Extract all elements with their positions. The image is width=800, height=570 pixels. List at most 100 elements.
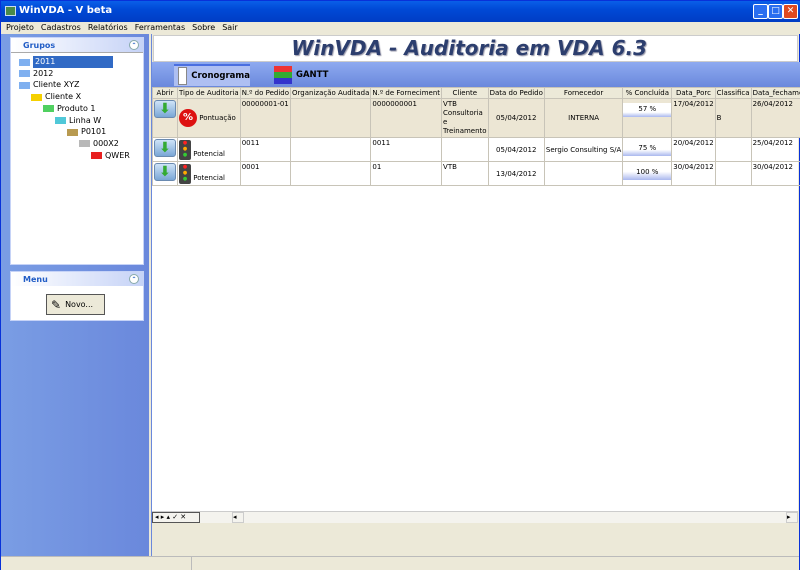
main-area: WinVDA - Auditoria em VDA 6.3 Cronograma… [151, 34, 800, 556]
open-audit-button[interactable]: ⬇ [154, 139, 176, 157]
audit-type: Potencial [193, 173, 226, 182]
folder-icon [19, 70, 30, 78]
column-header[interactable]: Organização Auditada [290, 87, 372, 99]
minimize-button[interactable]: _ [753, 4, 768, 19]
tree-node[interactable]: Cliente X [31, 91, 81, 103]
tree-node-label: 2012 [33, 68, 54, 78]
table-row[interactable]: ⬇ ● ● ● Potencial 0001 01 VTB 13/04/2012 1… [152, 161, 800, 186]
menu-bar: Projeto Cadastros Relatórios Ferramentas Sob… [1, 22, 800, 34]
tree-node-label: Produto 1 [57, 103, 96, 113]
table-row[interactable]: ⬇ ● ● ● Potencial 0011 0011 05/04/2012 Ser… [152, 137, 800, 162]
cell-fornecimento: 0011 [370, 137, 443, 162]
audits-table: Abrir Tipo de Auditoria N.º do Pedido Organ… [152, 87, 800, 511]
tab-cronograma[interactable]: Cronograma [174, 64, 250, 86]
grid-navigator: ◂ ▸ ▴ ✓ ✕ ◂ ▸ [152, 511, 798, 523]
cell-pedido: 0011 [239, 137, 292, 162]
tree-node-label: 2011 [33, 56, 113, 68]
cell-pedido: 00000001-01 [239, 98, 292, 138]
maximize-button[interactable]: □ [768, 4, 783, 19]
cell-fornecedor [543, 161, 624, 186]
tree-node-label: Cliente X [45, 92, 82, 102]
cell-org [290, 137, 372, 162]
tree-node[interactable]: 000X2 [79, 138, 119, 150]
cell-fornecimento: 0000000001 [370, 98, 443, 138]
menu-cadastros[interactable]: Cadastros [41, 22, 81, 34]
menu-sobre[interactable]: Sobre [192, 22, 215, 34]
cell-data-fechamento: 25/04/2012 [750, 137, 800, 162]
record-navigator[interactable]: ◂ ▸ ▴ ✓ ✕ [152, 512, 200, 523]
column-header[interactable]: N.º do Pedido [239, 87, 292, 99]
column-header[interactable]: Data do Pedido [487, 87, 545, 99]
percent-icon: % [179, 109, 197, 127]
gantt-icon [274, 66, 292, 84]
app-window: WinVDA - V beta _ □ ✕ Projeto Cadastros Re… [0, 0, 800, 570]
close-button[interactable]: ✕ [783, 4, 798, 19]
menu-panel: Menu ⌃ ✎ Novo... [10, 271, 144, 321]
column-header[interactable]: Classifica [714, 87, 752, 99]
tree-node-label: 000X2 [93, 138, 119, 148]
column-header[interactable]: Data_Porc [671, 87, 716, 99]
column-header[interactable]: Cliente [441, 87, 489, 99]
folder-icon [67, 128, 78, 136]
tree-node[interactable]: Produto 1 [43, 103, 96, 115]
tab-label: GANTT [296, 70, 329, 80]
audit-type: Potencial [193, 149, 226, 158]
folder-icon [19, 58, 30, 66]
tree-node[interactable]: 2011 [19, 56, 113, 68]
column-header[interactable]: Abrir [152, 87, 178, 99]
menu-relatórios[interactable]: Relatórios [88, 22, 128, 34]
tab-gantt[interactable]: GANTT [270, 64, 340, 86]
column-header[interactable]: Tipo de Auditoria [177, 87, 241, 99]
cell-classifica [714, 137, 752, 162]
novo-button[interactable]: ✎ Novo... [46, 294, 105, 315]
tree-node-label: Cliente XYZ [33, 80, 80, 90]
collapse-icon[interactable]: ⌃ [129, 40, 139, 50]
cell-fornecedor: Sergio Consulting S/A [543, 137, 624, 162]
column-header[interactable]: N.º de Forneciment [370, 87, 443, 99]
cell-data-porc: 30/04/2012 [671, 161, 716, 186]
horizontal-scrollbar[interactable] [244, 512, 784, 523]
title-bar: WinVDA - V beta _ □ ✕ [1, 1, 800, 22]
collapse-icon[interactable]: ⌃ [129, 274, 139, 284]
groups-panel: Grupos ⌃ 2011 2012 Cliente XYZ Cliente X Prod… [10, 37, 144, 265]
cell-data-porc: 20/04/2012 [671, 137, 716, 162]
scroll-left-button[interactable]: ◂ [232, 512, 244, 523]
table-row[interactable]: ⬇ % Pontuação 00000001-01 0000000001 VTB… [152, 98, 800, 138]
cell-cliente: VTB [441, 161, 489, 186]
novo-label: Novo... [65, 300, 94, 309]
tree-node[interactable]: Linha W [55, 115, 101, 127]
traffic-light-icon: ● ● ● [179, 139, 191, 160]
cell-classifica: B [714, 98, 752, 138]
app-icon [5, 6, 16, 16]
folder-icon [19, 81, 30, 89]
cell-classifica [714, 161, 752, 186]
menu-sair[interactable]: Sair [222, 22, 238, 34]
groups-title: Grupos [23, 41, 56, 50]
cell-fornecimento: 01 [370, 161, 443, 186]
cell-data-pedido: 05/04/2012 [487, 98, 545, 138]
column-header[interactable]: % Concluída [622, 87, 673, 99]
folder-icon [31, 93, 42, 101]
tree-node[interactable]: Cliente XYZ [19, 79, 79, 91]
tree-node[interactable]: P0101 [67, 126, 106, 138]
audit-type: Pontuação [199, 114, 236, 122]
status-bar [1, 556, 799, 570]
tree-node[interactable]: QWER [91, 150, 130, 162]
traffic-light-icon: ● ● ● [179, 163, 191, 184]
scroll-right-button[interactable]: ▸ [786, 512, 798, 523]
cell-fornecedor: INTERNA [543, 98, 624, 138]
menu-ferramentas[interactable]: Ferramentas [135, 22, 185, 34]
menu-projeto[interactable]: Projeto [6, 22, 34, 34]
folder-icon [79, 140, 90, 148]
cell-org [290, 98, 372, 138]
cell-cliente [441, 137, 489, 162]
open-audit-button[interactable]: ⬇ [154, 100, 176, 118]
open-audit-button[interactable]: ⬇ [154, 163, 176, 181]
cell-data-porc: 17/04/2012 [671, 98, 716, 138]
progress-bar: 100 % [623, 166, 671, 180]
cell-data-pedido: 05/04/2012 [487, 137, 545, 162]
tree-node[interactable]: 2012 [19, 68, 53, 80]
new-document-icon: ✎ [51, 297, 62, 312]
column-header[interactable]: Data_fechamento [750, 87, 800, 99]
column-header[interactable]: Fornecedor [543, 87, 624, 99]
